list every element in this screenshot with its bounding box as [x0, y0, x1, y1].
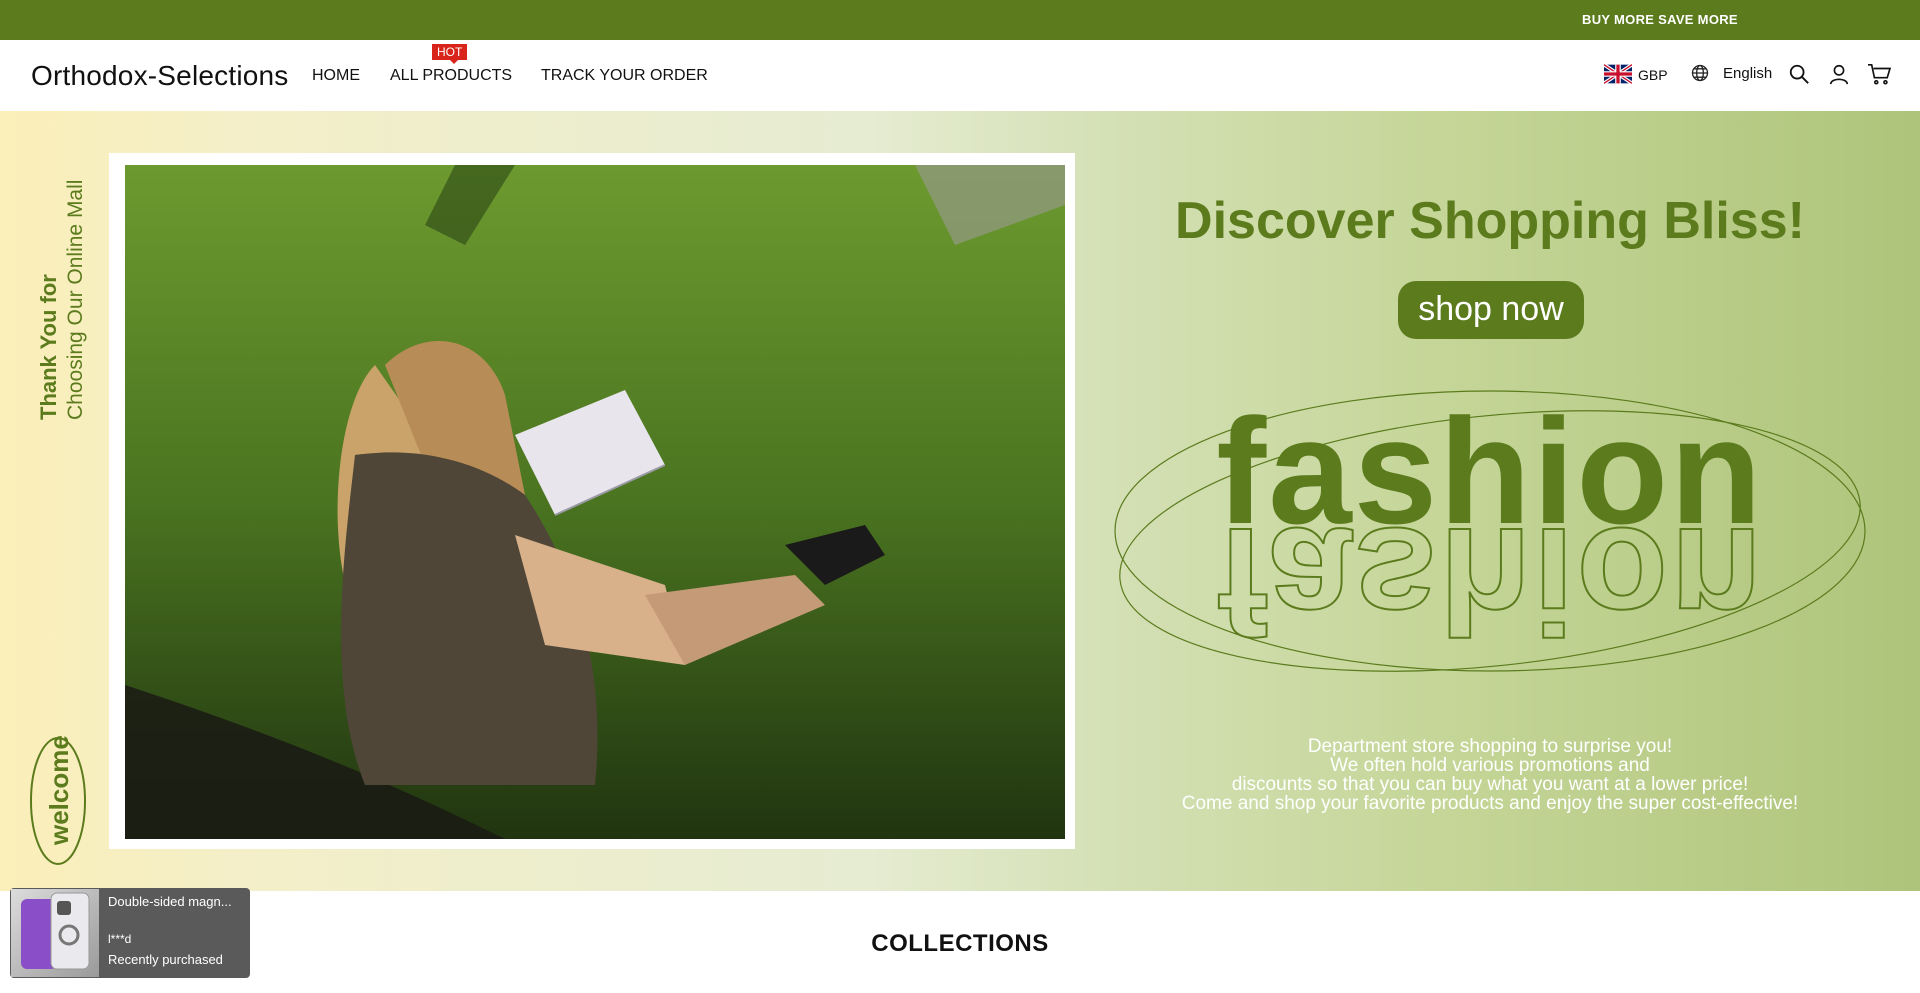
search-icon	[1789, 64, 1809, 84]
side-text-line-1: Thank You for	[36, 274, 61, 420]
language-label: English	[1723, 65, 1773, 82]
announcement-bar: BUY MORE SAVE MORE	[0, 0, 1920, 40]
user-icon	[1829, 64, 1849, 85]
site-logo[interactable]: Orthodox-Selections	[31, 60, 288, 92]
phone-case-icon	[21, 892, 90, 970]
toast-status: Recently purchased	[108, 952, 223, 967]
toast-product-name: Double-sided magn...	[108, 894, 232, 909]
description-line: Department store shopping to surprise yo…	[1307, 736, 1673, 757]
girl-reading-illustration	[125, 165, 1065, 839]
description-line: discounts so that you can buy what you w…	[1231, 774, 1749, 795]
collections-heading: COLLECTIONS	[871, 930, 1049, 957]
cart-button[interactable]	[1866, 61, 1892, 87]
nav-home[interactable]: HOME	[312, 67, 360, 85]
recent-purchase-toast[interactable]: Double-sided magn... l***d Recently purc…	[10, 888, 250, 978]
welcome-text: welcome	[44, 735, 74, 846]
cart-icon	[1868, 64, 1891, 85]
hero-headline: Discover Shopping Bliss!	[1175, 192, 1805, 250]
hero-description: Department store shopping to surprise yo…	[1100, 737, 1880, 813]
shop-now-button[interactable]: shop now	[1398, 281, 1584, 339]
fashion-word-reflection: fashion	[1215, 496, 1764, 666]
globe-icon	[1691, 64, 1709, 82]
account-button[interactable]	[1826, 61, 1852, 87]
hot-badge: HOT	[432, 44, 468, 64]
announcement-text: BUY MORE SAVE MORE	[1582, 12, 1738, 27]
nav-track-order[interactable]: TRACK YOUR ORDER	[541, 67, 708, 85]
side-text-line-2: Choosing Our Online Mall	[64, 180, 87, 420]
hero-photo-frame	[109, 153, 1075, 849]
site-header: Orthodox-Selections HOME ALL PRODUCTS HO…	[0, 40, 1920, 112]
product-thumbnail	[11, 889, 99, 977]
nav-all-products[interactable]: ALL PRODUCTS	[390, 67, 512, 85]
toast-buyer: l***d	[108, 932, 132, 946]
description-line: Come and shop your favorite products and…	[1181, 793, 1799, 814]
search-button[interactable]	[1786, 61, 1812, 87]
hero-photo	[125, 165, 1065, 839]
hero-banner[interactable]: Thank You for Choosing Our Online Mall w…	[0, 111, 1920, 891]
side-thank-you-text: Thank You for Choosing Our Online Mall	[36, 180, 87, 420]
uk-flag-icon	[1604, 64, 1632, 84]
description-line: We often hold various promotions and	[1330, 755, 1650, 776]
currency-label: GBP	[1638, 67, 1668, 83]
welcome-badge: welcome	[30, 735, 86, 865]
